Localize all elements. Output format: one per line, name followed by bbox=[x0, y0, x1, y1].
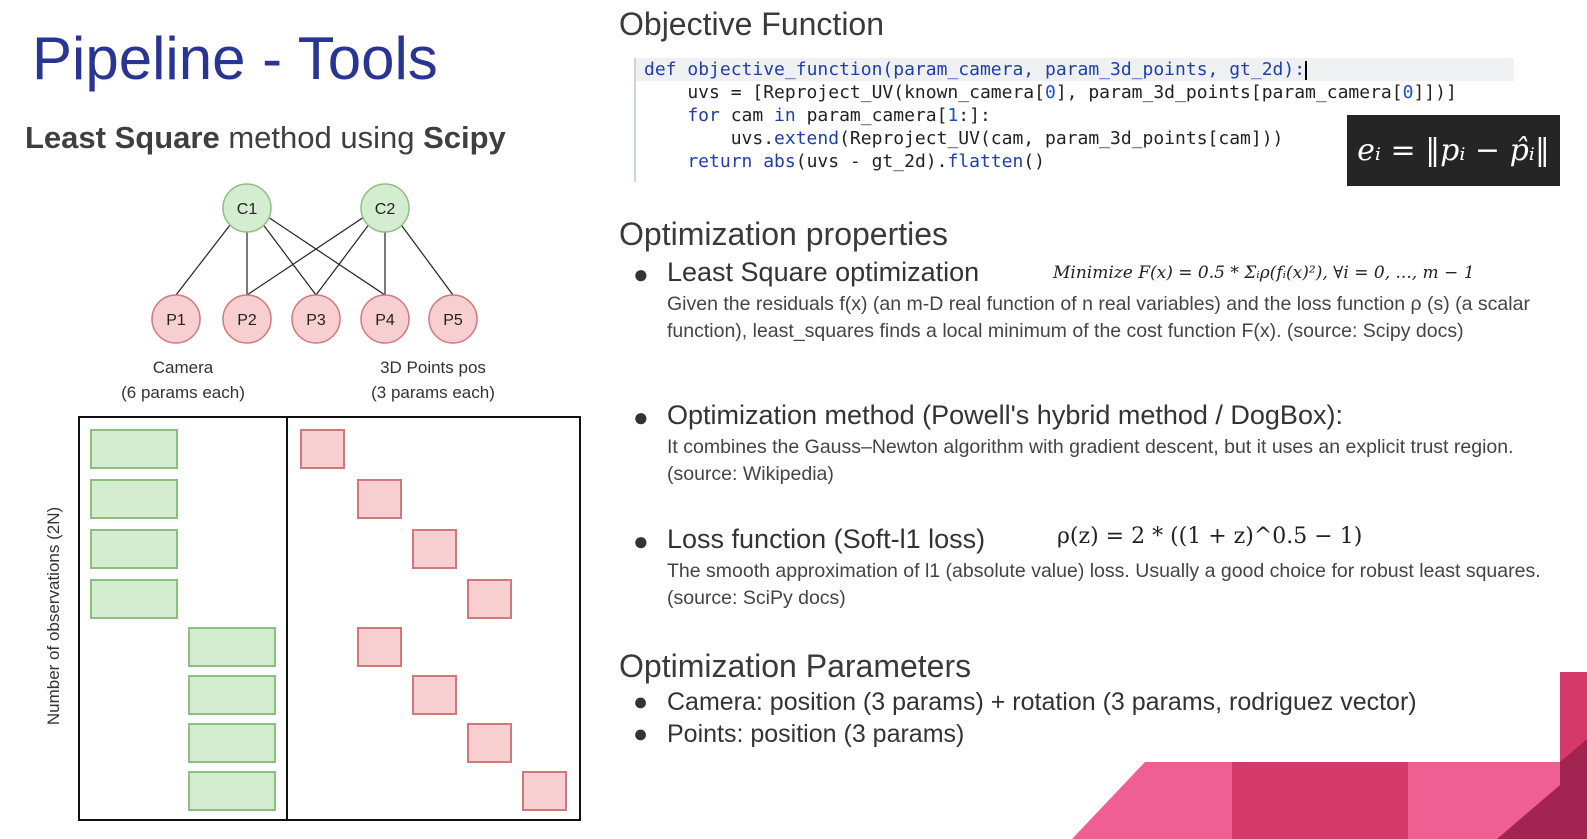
points-group-label: 3D Points pos bbox=[380, 358, 486, 377]
property-title: Optimization method (Powell's hybrid met… bbox=[667, 400, 1343, 430]
points-group-sublabel: (3 params each) bbox=[371, 383, 495, 402]
camera-block bbox=[90, 429, 178, 469]
deco-shape-light bbox=[1072, 762, 1587, 839]
camera-block bbox=[188, 627, 276, 667]
loss-formula: ρ(z) = 2 * ((1 + z)^0.5 − 1) bbox=[1057, 524, 1363, 549]
camera-block bbox=[188, 675, 276, 715]
camera-block bbox=[90, 579, 178, 619]
point-node-p4: P4 bbox=[360, 294, 410, 344]
parameter-item-camera: ● Camera: position (3 params) + rotation … bbox=[633, 688, 1417, 716]
point-node-p1: P1 bbox=[151, 294, 201, 344]
camera-group-sublabel: (6 params each) bbox=[121, 383, 245, 402]
point-block bbox=[467, 723, 512, 763]
text-cursor bbox=[1305, 60, 1308, 80]
subtitle-bold-2: Scipy bbox=[423, 120, 506, 155]
point-node-label: P5 bbox=[443, 312, 463, 329]
jacobian-matrix bbox=[78, 416, 581, 821]
bundle-adjustment-diagram: C1 C2 P1 P2 P3 P4 P5 Camera (6 params ea… bbox=[44, 183, 581, 821]
graph-edges bbox=[175, 202, 454, 296]
camera-node-c1: C1 bbox=[222, 183, 272, 233]
code-line-1: def objective_function(param_camera, par… bbox=[636, 58, 1514, 81]
point-block bbox=[412, 529, 457, 569]
slide-subtitle: Least Square method using Scipy bbox=[25, 120, 506, 156]
parameter-item-points: ● Points: position (3 params) bbox=[633, 720, 965, 748]
point-node-p2: P2 bbox=[222, 294, 272, 344]
point-node-label: P3 bbox=[306, 312, 326, 329]
point-block bbox=[467, 579, 512, 619]
point-node-label: P4 bbox=[375, 312, 395, 329]
camera-node-label: C1 bbox=[237, 201, 258, 218]
subtitle-text: method using bbox=[219, 120, 424, 155]
residual-equation: eᵢ = ‖pᵢ − p̂ᵢ‖ bbox=[1347, 115, 1560, 186]
least-square-formula: Minimize F(x) = 0.5 * Σᵢρ(fᵢ(x)²), ∀i = … bbox=[1053, 263, 1475, 283]
point-block bbox=[522, 771, 567, 811]
bullet-icon: ● bbox=[633, 688, 649, 716]
slide-title: Pipeline - Tools bbox=[32, 25, 438, 92]
point-node-p3: P3 bbox=[291, 294, 341, 344]
property-description: The smooth approximation of l1 (absolute… bbox=[667, 560, 1541, 609]
bullet-icon: ● bbox=[633, 259, 649, 289]
subtitle-bold-1: Least Square bbox=[25, 120, 220, 155]
camera-block bbox=[188, 723, 276, 763]
camera-block bbox=[90, 529, 178, 569]
camera-block bbox=[188, 771, 276, 811]
deco-shape-dark bbox=[1232, 762, 1408, 839]
property-title: Loss function (Soft-l1 loss) bbox=[667, 524, 986, 554]
point-node-p5: P5 bbox=[428, 294, 478, 344]
camera-group-label: Camera bbox=[153, 358, 214, 377]
deco-shape-darkest bbox=[1497, 762, 1587, 839]
camera-node-c2: C2 bbox=[360, 183, 410, 233]
property-description: Given the residuals f(x) (an m-D real fu… bbox=[667, 293, 1530, 342]
deco-shape-right-bar bbox=[1560, 672, 1587, 839]
properties-heading: Optimization properties bbox=[619, 216, 949, 252]
point-block bbox=[357, 627, 402, 667]
objective-heading: Objective Function bbox=[619, 6, 885, 42]
bullet-icon: ● bbox=[633, 402, 649, 432]
observations-axis-label: Number of observations (2N) bbox=[44, 507, 63, 725]
bullet-icon: ● bbox=[633, 720, 649, 748]
point-block bbox=[357, 479, 402, 519]
point-block bbox=[300, 429, 345, 469]
code-line-2: uvs = [Reproject_UV(known_camera[0], par… bbox=[644, 82, 1457, 103]
parameters-heading: Optimization Parameters bbox=[619, 648, 972, 684]
point-node-label: P2 bbox=[237, 312, 257, 329]
property-title: Least Square optimization bbox=[667, 257, 980, 287]
bullet-icon: ● bbox=[633, 526, 649, 556]
point-block bbox=[412, 675, 457, 715]
deco-shape-right-corner bbox=[1560, 739, 1587, 839]
camera-block bbox=[90, 479, 178, 519]
property-description: It combines the Gauss–Newton algorithm w… bbox=[667, 436, 1514, 485]
camera-node-label: C2 bbox=[375, 201, 396, 218]
point-node-label: P1 bbox=[166, 312, 186, 329]
